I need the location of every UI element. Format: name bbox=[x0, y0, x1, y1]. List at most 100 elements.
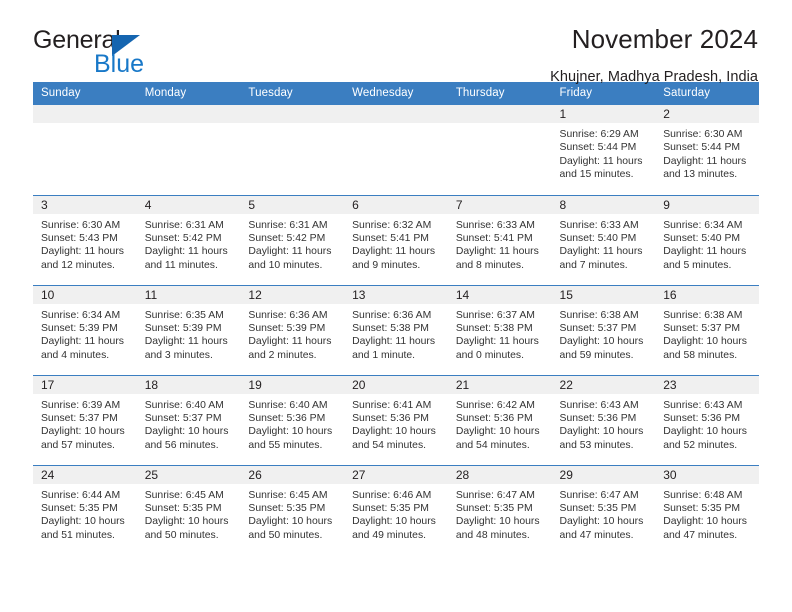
page-header: General Blue November 2024 Khujner, Madh… bbox=[33, 0, 759, 85]
sunrise-text: Sunrise: 6:47 AM bbox=[455, 489, 535, 501]
daylight-text: Daylight: 10 hours and 51 minutes. bbox=[41, 516, 125, 541]
sunrise-text: Sunrise: 6:31 AM bbox=[144, 219, 224, 231]
calendar-day-cell[interactable]: 10 Sunrise: 6:34 AM Sunset: 5:39 PM Dayligh… bbox=[33, 284, 137, 375]
general-blue-logo[interactable]: General Blue bbox=[33, 28, 223, 80]
calendar-day-cell[interactable]: 4 Sunrise: 6:31 AM Sunset: 5:42 PM Daylight… bbox=[136, 194, 241, 285]
calendar-day-cell[interactable]: 7 Sunrise: 6:33 AM Sunset: 5:41 PM Daylight… bbox=[447, 194, 552, 285]
calendar-day-cell[interactable]: 1 Sunrise: 6:29 AM Sunset: 5:44 PM Daylight… bbox=[551, 105, 656, 195]
day-number: 15 bbox=[551, 285, 656, 304]
day-cell-details: Sunrise: 6:35 AM Sunset: 5:39 PM Daylight:… bbox=[137, 304, 241, 363]
calendar-day-cell[interactable]: 27 Sunrise: 6:46 AM Sunset: 5:35 PM Dayligh… bbox=[344, 464, 448, 555]
day-number: 7 bbox=[447, 195, 552, 214]
calendar-day-cell[interactable]: 12 Sunrise: 6:36 AM Sunset: 5:39 PM Dayligh… bbox=[240, 284, 345, 375]
calendar-day-cell[interactable]: 8 Sunrise: 6:33 AM Sunset: 5:40 PM Daylight… bbox=[551, 194, 656, 285]
sunrise-text: Sunrise: 6:46 AM bbox=[352, 489, 432, 501]
sunrise-text: Sunrise: 6:40 AM bbox=[248, 399, 328, 411]
daylight-text: Daylight: 10 hours and 54 minutes. bbox=[455, 426, 540, 451]
day-number: 19 bbox=[240, 375, 345, 394]
calendar-day-cell[interactable]: 5 Sunrise: 6:31 AM Sunset: 5:42 PM Daylight… bbox=[240, 194, 345, 285]
day-cell-details: Sunrise: 6:30 AM Sunset: 5:44 PM Daylight:… bbox=[655, 123, 759, 182]
daylight-text: Daylight: 11 hours and 10 minutes. bbox=[248, 246, 332, 271]
calendar-day-cell[interactable]: 15 Sunrise: 6:38 AM Sunset: 5:37 PM Dayligh… bbox=[551, 284, 656, 375]
sunrise-text: Sunrise: 6:36 AM bbox=[248, 309, 328, 321]
daylight-text: Daylight: 10 hours and 53 minutes. bbox=[559, 426, 644, 451]
calendar-day-cell[interactable]: 17 Sunrise: 6:39 AM Sunset: 5:37 PM Dayligh… bbox=[33, 374, 137, 465]
day-number: 10 bbox=[33, 285, 137, 304]
sunset-text: Sunset: 5:35 PM bbox=[352, 502, 429, 514]
day-cell-details: Sunrise: 6:32 AM Sunset: 5:41 PM Daylight:… bbox=[344, 214, 448, 273]
day-number: 20 bbox=[344, 375, 448, 394]
calendar-day-cell[interactable]: 19 Sunrise: 6:40 AM Sunset: 5:36 PM Dayligh… bbox=[240, 374, 345, 465]
calendar-day-cell[interactable]: 11 Sunrise: 6:35 AM Sunset: 5:39 PM Dayligh… bbox=[136, 284, 241, 375]
sunrise-text: Sunrise: 6:45 AM bbox=[248, 489, 328, 501]
daylight-text: Daylight: 10 hours and 54 minutes. bbox=[352, 426, 436, 451]
day-number: 21 bbox=[447, 375, 552, 394]
calendar-day-cell[interactable]: 6 Sunrise: 6:32 AM Sunset: 5:41 PM Daylight… bbox=[344, 194, 448, 285]
calendar-day-cell[interactable]: 14 Sunrise: 6:37 AM Sunset: 5:38 PM Dayligh… bbox=[447, 284, 552, 375]
sunset-text: Sunset: 5:42 PM bbox=[144, 232, 222, 244]
day-number: 2 bbox=[655, 105, 759, 123]
day-cell-details: Sunrise: 6:40 AM Sunset: 5:36 PM Daylight:… bbox=[240, 394, 344, 453]
sunrise-text: Sunrise: 6:34 AM bbox=[663, 219, 743, 231]
calendar-day-cell[interactable]: 9 Sunrise: 6:34 AM Sunset: 5:40 PM Daylight… bbox=[655, 194, 759, 285]
day-cell-details: Sunrise: 6:46 AM Sunset: 5:35 PM Daylight:… bbox=[344, 484, 448, 543]
day-number bbox=[33, 105, 137, 123]
day-number bbox=[447, 105, 552, 123]
day-cell-details: Sunrise: 6:31 AM Sunset: 5:42 PM Daylight:… bbox=[137, 214, 241, 273]
day-cell-details: Sunrise: 6:44 AM Sunset: 5:35 PM Daylight:… bbox=[33, 484, 137, 543]
calendar-day-cell[interactable]: 3 Sunrise: 6:30 AM Sunset: 5:43 PM Daylight… bbox=[33, 194, 137, 285]
sunset-text: Sunset: 5:35 PM bbox=[663, 502, 741, 514]
sunset-text: Sunset: 5:40 PM bbox=[663, 232, 741, 244]
calendar-page: General Blue November 2024 Khujner, Madh… bbox=[0, 0, 792, 612]
day-number: 3 bbox=[33, 195, 137, 214]
day-cell-details: Sunrise: 6:34 AM Sunset: 5:40 PM Daylight:… bbox=[655, 214, 759, 273]
sunset-text: Sunset: 5:39 PM bbox=[248, 322, 326, 334]
calendar-week-row: 10 Sunrise: 6:34 AM Sunset: 5:39 PM Dayligh… bbox=[33, 284, 759, 375]
calendar-day-cell[interactable]: 26 Sunrise: 6:45 AM Sunset: 5:35 PM Dayligh… bbox=[240, 464, 345, 555]
day-cell-details: Sunrise: 6:43 AM Sunset: 5:36 PM Daylight:… bbox=[655, 394, 759, 453]
sunrise-text: Sunrise: 6:37 AM bbox=[455, 309, 535, 321]
day-cell-details: Sunrise: 6:39 AM Sunset: 5:37 PM Daylight:… bbox=[33, 394, 137, 453]
calendar-day-cell[interactable]: 28 Sunrise: 6:47 AM Sunset: 5:35 PM Dayligh… bbox=[447, 464, 552, 555]
calendar-day-cell[interactable]: 30 Sunrise: 6:48 AM Sunset: 5:35 PM Dayligh… bbox=[655, 464, 759, 555]
day-number: 18 bbox=[136, 375, 241, 394]
day-number: 16 bbox=[655, 285, 759, 304]
sunrise-text: Sunrise: 6:45 AM bbox=[144, 489, 224, 501]
calendar-day-cell[interactable]: 24 Sunrise: 6:44 AM Sunset: 5:35 PM Dayligh… bbox=[33, 464, 137, 555]
calendar-day-cell[interactable]: 22 Sunrise: 6:43 AM Sunset: 5:36 PM Dayligh… bbox=[551, 374, 656, 465]
calendar-day-cell[interactable]: 25 Sunrise: 6:45 AM Sunset: 5:35 PM Dayligh… bbox=[136, 464, 241, 555]
day-number: 30 bbox=[655, 465, 759, 484]
day-cell-details: Sunrise: 6:45 AM Sunset: 5:35 PM Daylight:… bbox=[240, 484, 344, 543]
day-number bbox=[240, 105, 345, 123]
daylight-text: Daylight: 10 hours and 49 minutes. bbox=[352, 516, 436, 541]
sunset-text: Sunset: 5:35 PM bbox=[248, 502, 326, 514]
calendar-day-cell[interactable]: 2 Sunrise: 6:30 AM Sunset: 5:44 PM Daylight… bbox=[655, 105, 759, 195]
sunrise-text: Sunrise: 6:40 AM bbox=[144, 399, 224, 411]
sunset-text: Sunset: 5:36 PM bbox=[248, 412, 326, 424]
calendar-day-cell[interactable]: 21 Sunrise: 6:42 AM Sunset: 5:36 PM Dayligh… bbox=[447, 374, 552, 465]
sunset-text: Sunset: 5:41 PM bbox=[352, 232, 429, 244]
calendar-day-cell[interactable]: 18 Sunrise: 6:40 AM Sunset: 5:37 PM Dayligh… bbox=[136, 374, 241, 465]
calendar-day-cell[interactable]: 23 Sunrise: 6:43 AM Sunset: 5:36 PM Dayligh… bbox=[655, 374, 759, 465]
day-number: 14 bbox=[447, 285, 552, 304]
day-number: 8 bbox=[551, 195, 656, 214]
sunrise-sunset-calendar: Sunday Monday Tuesday Wednesday Thursday… bbox=[33, 82, 759, 555]
sunrise-text: Sunrise: 6:38 AM bbox=[559, 309, 639, 321]
day-number: 1 bbox=[551, 105, 656, 123]
daylight-text: Daylight: 11 hours and 9 minutes. bbox=[352, 246, 436, 271]
calendar-day-cell[interactable]: 13 Sunrise: 6:36 AM Sunset: 5:38 PM Dayligh… bbox=[344, 284, 448, 375]
sunset-text: Sunset: 5:38 PM bbox=[455, 322, 533, 334]
calendar-day-cell[interactable]: 16 Sunrise: 6:38 AM Sunset: 5:37 PM Dayligh… bbox=[655, 284, 759, 375]
sunrise-text: Sunrise: 6:30 AM bbox=[41, 219, 121, 231]
day-cell-details: Sunrise: 6:47 AM Sunset: 5:35 PM Daylight:… bbox=[448, 484, 552, 543]
daylight-text: Daylight: 11 hours and 12 minutes. bbox=[41, 246, 124, 271]
calendar-body: 1 Sunrise: 6:29 AM Sunset: 5:44 PM Daylight… bbox=[33, 105, 759, 555]
sunset-text: Sunset: 5:36 PM bbox=[352, 412, 429, 424]
calendar-week-row: 3 Sunrise: 6:30 AM Sunset: 5:43 PM Daylight… bbox=[33, 194, 759, 285]
calendar-day-cell[interactable]: 29 Sunrise: 6:47 AM Sunset: 5:35 PM Dayligh… bbox=[551, 464, 656, 555]
calendar-day-cell[interactable]: 20 Sunrise: 6:41 AM Sunset: 5:36 PM Dayligh… bbox=[344, 374, 448, 465]
sunrise-text: Sunrise: 6:35 AM bbox=[144, 309, 224, 321]
sunrise-text: Sunrise: 6:32 AM bbox=[352, 219, 432, 231]
day-number: 4 bbox=[136, 195, 241, 214]
sunset-text: Sunset: 5:40 PM bbox=[559, 232, 637, 244]
